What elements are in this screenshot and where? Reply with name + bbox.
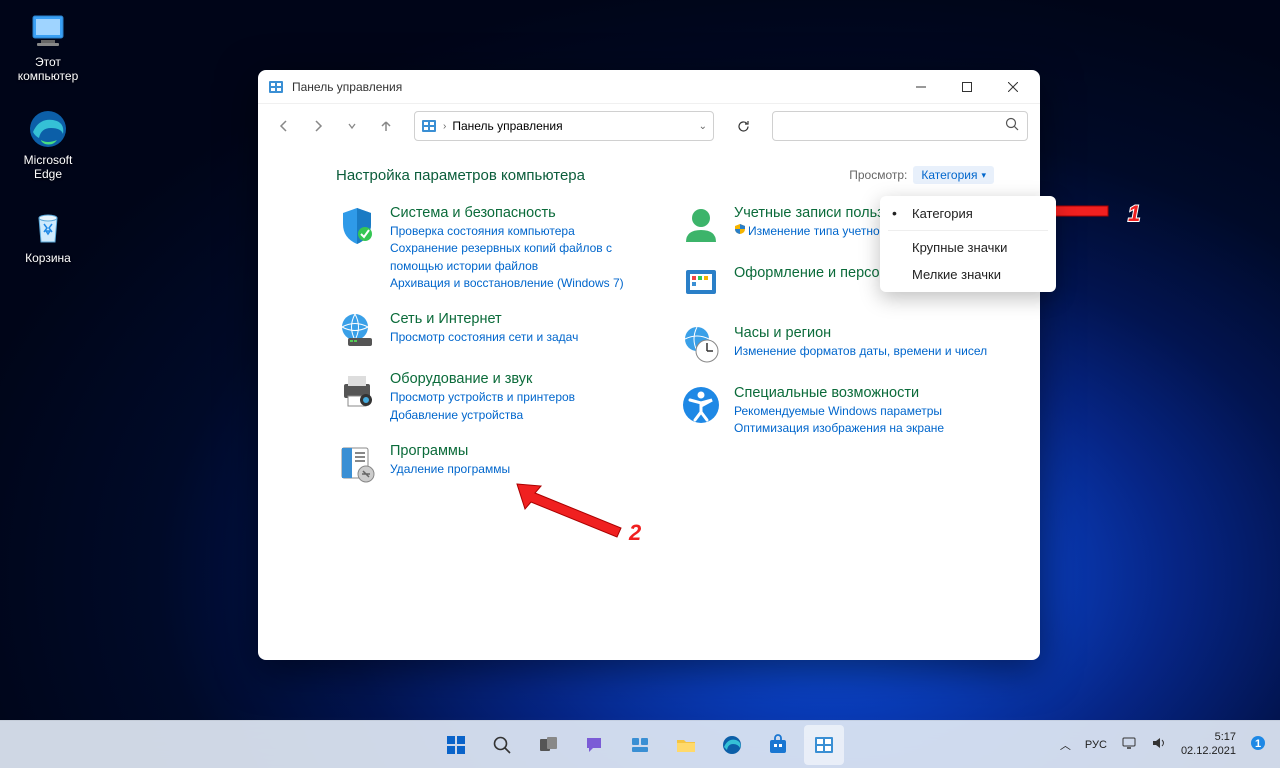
category-link[interactable]: Добавление устройства — [390, 407, 650, 424]
desktop-icon-label: Корзина — [25, 251, 71, 265]
shield-icon — [336, 204, 378, 246]
category-clock-region: Часы и регион Изменение форматов даты, в… — [680, 324, 994, 366]
category-link[interactable]: Сохранение резервных копий файлов с помо… — [390, 240, 650, 275]
tray-overflow-button[interactable]: ︿ — [1060, 737, 1071, 753]
category-title[interactable]: Сеть и Интернет — [390, 310, 650, 329]
recent-dropdown[interactable] — [338, 112, 366, 140]
tray-network-icon[interactable] — [1121, 736, 1137, 753]
maximize-button[interactable] — [944, 71, 990, 103]
category-title[interactable]: Программы — [390, 442, 650, 461]
taskbar-search-button[interactable] — [482, 725, 522, 765]
desktop-icon-edge[interactable]: Microsoft Edge — [10, 108, 86, 181]
edge-icon — [27, 108, 69, 150]
category-column-left: Система и безопасность Проверка состояни… — [336, 204, 650, 484]
chevron-down-icon[interactable]: ⌄ — [699, 121, 707, 132]
taskbar-chat-button[interactable] — [574, 725, 614, 765]
svg-text:1: 1 — [1255, 738, 1261, 750]
category-link[interactable]: Рекомендуемые Windows параметры — [734, 403, 994, 420]
window-title: Панель управления — [292, 80, 898, 94]
tray-date: 02.12.2021 — [1181, 745, 1236, 758]
category-programs: Программы Удаление программы — [336, 442, 650, 484]
category-title[interactable]: Специальные возможности — [734, 384, 994, 403]
view-menu-item-large[interactable]: Крупные значки — [880, 234, 1056, 261]
titlebar[interactable]: Панель управления — [258, 70, 1040, 104]
refresh-button[interactable] — [728, 111, 758, 141]
search-box[interactable] — [772, 111, 1028, 141]
category-title[interactable]: Оборудование и звук — [390, 370, 650, 389]
category-link[interactable]: Удаление программы — [390, 461, 650, 478]
category-link[interactable]: Проверка состояния компьютера — [390, 223, 650, 240]
view-label: Просмотр: — [849, 168, 907, 182]
category-title[interactable]: Часы и регион — [734, 324, 994, 343]
control-panel-icon — [421, 118, 437, 134]
category-link[interactable]: Просмотр состояния сети и задач — [390, 329, 650, 346]
category-link[interactable]: Изменение форматов даты, времени и чисел — [734, 343, 994, 360]
back-button[interactable] — [270, 112, 298, 140]
tray-clock[interactable]: 5:17 02.12.2021 — [1181, 731, 1236, 757]
view-menu-item-small[interactable]: Мелкие значки — [880, 261, 1056, 288]
start-button[interactable] — [436, 725, 476, 765]
category-title[interactable]: Система и безопасность — [390, 204, 650, 223]
desktop-icon-recycle-bin[interactable]: Корзина — [10, 206, 86, 265]
tray-notifications-icon[interactable]: 1 — [1250, 735, 1266, 754]
divider — [888, 230, 1048, 231]
user-icon — [680, 204, 722, 246]
tray-language[interactable]: РУС — [1085, 739, 1107, 751]
printer-icon — [336, 370, 378, 412]
clock-icon — [680, 324, 722, 366]
up-button[interactable] — [372, 112, 400, 140]
address-bar[interactable]: › Панель управления ⌄ — [414, 111, 714, 141]
breadcrumb[interactable]: Панель управления — [452, 119, 562, 133]
category-link[interactable]: Просмотр устройств и принтеров — [390, 389, 650, 406]
accessibility-icon — [680, 384, 722, 426]
category-accessibility: Специальные возможности Рекомендуемые Wi… — [680, 384, 994, 438]
tray-time: 5:17 — [1181, 731, 1236, 744]
desktop-icon-label: Microsoft Edge — [24, 153, 73, 181]
category-link[interactable]: Архивация и восстановление (Windows 7) — [390, 275, 650, 292]
view-dropdown[interactable]: Категория — [913, 166, 994, 184]
forward-button[interactable] — [304, 112, 332, 140]
control-panel-window: Панель управления › Панель управления ⌄ … — [258, 70, 1040, 660]
taskbar-explorer-button[interactable] — [666, 725, 706, 765]
taskbar-edge-button[interactable] — [712, 725, 752, 765]
search-icon[interactable] — [1005, 117, 1019, 136]
globe-icon — [336, 310, 378, 352]
uac-shield-icon — [734, 223, 746, 240]
view-menu[interactable]: Категория Крупные значки Мелкие значки — [880, 196, 1056, 292]
pc-icon — [27, 10, 69, 52]
category-hardware: Оборудование и звук Просмотр устройств и… — [336, 370, 650, 424]
category-link[interactable]: Оптимизация изображения на экране — [734, 420, 994, 437]
programs-icon — [336, 442, 378, 484]
chevron-right-icon: › — [443, 121, 446, 132]
desktop-icon-this-pc[interactable]: Этот компьютер — [10, 10, 86, 83]
taskbar-control-panel-button[interactable] — [804, 725, 844, 765]
category-system-security: Система и безопасность Проверка состояни… — [336, 204, 650, 292]
taskbar-task-view-button[interactable] — [528, 725, 568, 765]
page-title: Настройка параметров компьютера — [336, 167, 849, 184]
taskbar-widgets-button[interactable] — [620, 725, 660, 765]
control-panel-icon — [268, 79, 284, 95]
view-menu-item-category[interactable]: Категория — [880, 200, 1056, 227]
system-tray[interactable]: ︿ РУС 5:17 02.12.2021 1 — [1060, 731, 1280, 757]
desktop-icon-label: Этот компьютер — [18, 55, 79, 83]
category-network: Сеть и Интернет Просмотр состояния сети … — [336, 310, 650, 352]
recycle-bin-icon — [27, 206, 69, 248]
nav-toolbar: › Панель управления ⌄ — [258, 104, 1040, 148]
appearance-icon — [680, 264, 722, 306]
close-button[interactable] — [990, 71, 1036, 103]
taskbar-store-button[interactable] — [758, 725, 798, 765]
search-input[interactable] — [781, 119, 1005, 133]
minimize-button[interactable] — [898, 71, 944, 103]
taskbar[interactable]: ︿ РУС 5:17 02.12.2021 1 — [0, 720, 1280, 768]
tray-volume-icon[interactable] — [1151, 736, 1167, 753]
